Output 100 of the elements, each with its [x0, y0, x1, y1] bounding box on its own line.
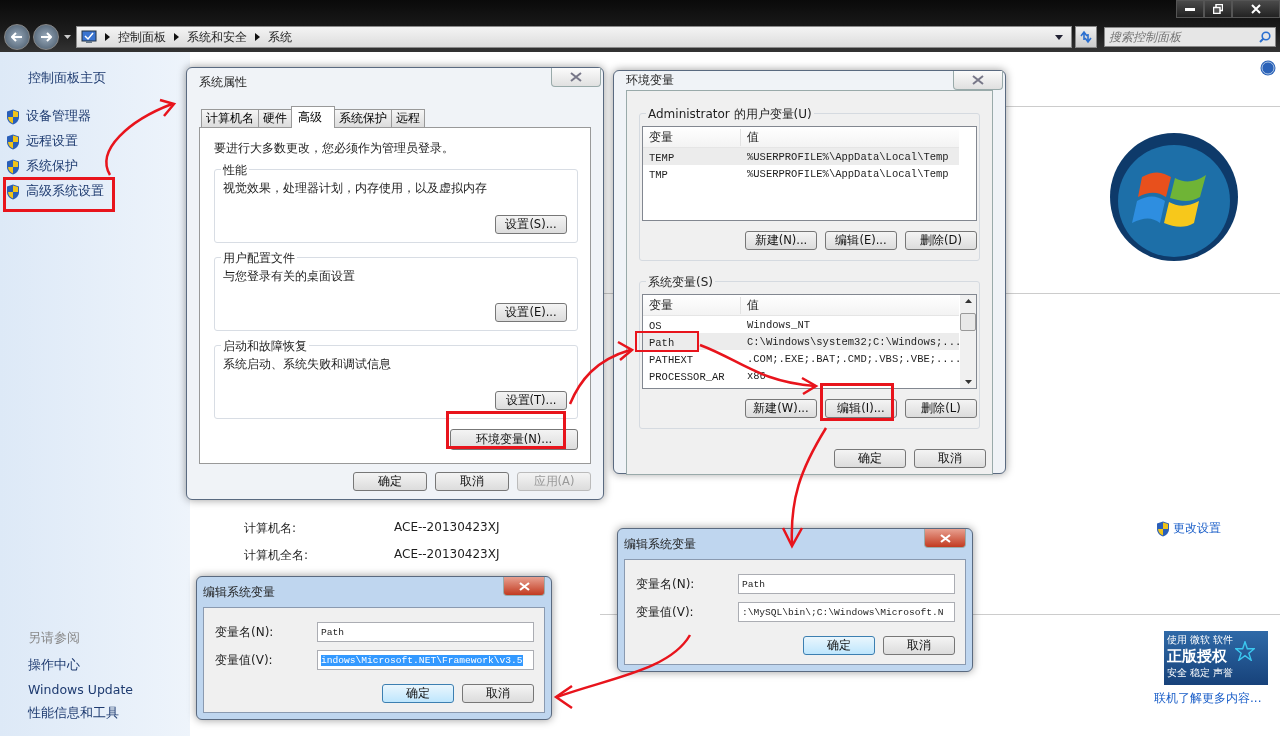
variable-name: OS	[649, 319, 662, 332]
star-icon	[1235, 641, 1255, 661]
dialog-button[interactable]: 确定	[834, 449, 906, 468]
dropdown-arrow-icon[interactable]	[1055, 34, 1063, 40]
scrollbar-thumb[interactable]	[960, 313, 976, 331]
column-header[interactable]: 变量	[643, 296, 741, 314]
shield-icon	[6, 158, 20, 175]
monitor-icon	[81, 30, 97, 44]
forward-arrow-icon	[40, 32, 52, 42]
variable-value: C:\Windows\system32;C:\Windows;...	[746, 335, 962, 348]
dialog-title: 编辑系统变量	[624, 535, 696, 553]
chevron-icon	[255, 33, 260, 41]
sidebar-link[interactable]: Windows Update	[28, 682, 190, 697]
column-header[interactable]: 值	[741, 296, 959, 314]
learn-more-link[interactable]: 联机了解更多内容...	[1154, 690, 1280, 707]
tab[interactable]: 系统保护	[334, 108, 392, 127]
variable-value: Windows_NT	[746, 318, 810, 331]
scroll-down-icon	[964, 380, 972, 384]
scrollbar[interactable]	[960, 295, 976, 388]
badge-text: 安全	[1167, 666, 1187, 680]
field-label: 变量值(V):	[636, 603, 695, 621]
shield-icon	[1156, 520, 1170, 537]
group-description: 系统启动、系统失败和调试信息	[223, 355, 392, 373]
list-button[interactable]: 新建(W)...	[745, 399, 817, 418]
scroll-up-icon	[964, 299, 972, 303]
shield-icon	[6, 133, 20, 150]
breadcrumb-item[interactable]: 系统和安全	[187, 28, 247, 46]
forward-button[interactable]	[33, 24, 59, 50]
settings-button[interactable]: 设置(S)...	[495, 214, 567, 234]
search-icon	[1259, 31, 1271, 43]
variable-value: .COM;.EXE;.BAT;.CMD;.VBS;.VBE;....	[746, 352, 962, 365]
variable-name: PATHEXT	[649, 353, 694, 366]
field-label: 变量名(N):	[215, 623, 275, 641]
sidebar-link[interactable]: 性能信息和工具	[28, 705, 190, 722]
dialog-button[interactable]: 确定	[353, 472, 427, 491]
maximize-button[interactable]	[1204, 0, 1232, 18]
input-field[interactable]: Path	[317, 622, 534, 642]
dialog-button[interactable]: 取消	[883, 636, 955, 655]
variable-name: Path	[649, 336, 675, 349]
list-button[interactable]: 删除(L)	[905, 399, 977, 418]
tab[interactable]: 远程	[391, 108, 425, 127]
list-button[interactable]: 删除(D)	[905, 231, 977, 250]
column-header[interactable]: 值	[741, 128, 959, 146]
dialog-title: 编辑系统变量	[203, 583, 275, 601]
group-title: Administrator 的用户变量(U)	[646, 106, 814, 123]
list-row[interactable]: OS Windows_NT	[643, 316, 959, 333]
dialog-button[interactable]: 取消	[914, 449, 986, 468]
back-button[interactable]	[4, 24, 30, 50]
list-button[interactable]: 新建(N)...	[745, 231, 817, 250]
sidebar-link[interactable]: 操作中心	[28, 657, 190, 674]
breadcrumb-item[interactable]: 控制面板	[118, 28, 166, 46]
dropdown-arrow-icon[interactable]	[64, 35, 71, 39]
dialog-button[interactable]: 确定	[803, 636, 875, 655]
list-button[interactable]: 编辑(E)...	[825, 231, 897, 250]
variable-name: TEMP	[649, 151, 675, 164]
group-title: 性能	[221, 161, 249, 179]
dialog-button[interactable]: 取消	[435, 472, 509, 491]
refresh-button[interactable]	[1075, 26, 1097, 48]
breadcrumb-item[interactable]: 系统	[268, 28, 292, 46]
badge-text: 使用	[1167, 633, 1187, 647]
close-icon	[939, 533, 951, 543]
settings-button[interactable]: 设置(T)...	[495, 390, 567, 410]
shield-icon	[6, 108, 20, 125]
close-icon	[972, 75, 984, 85]
genuine-badge[interactable]: 使用 微软 软件 正版授权 安全 稳定 声誉	[1164, 631, 1268, 685]
sidebar-link[interactable]: 远程设置	[26, 133, 78, 150]
column-header[interactable]: 变量	[643, 128, 741, 146]
field-value: ACE--20130423XJ	[394, 547, 500, 563]
variable-name: TMP	[649, 168, 668, 181]
badge-title: 正版授权	[1167, 647, 1227, 666]
minimize-icon	[1185, 7, 1195, 11]
sidebar-link[interactable]: 系统保护	[26, 158, 78, 175]
list-row[interactable]: PATHEXT .COM;.EXE;.BAT;.CMD;.VBS;.VBE;....	[643, 350, 959, 367]
sidebar-link[interactable]: 高级系统设置	[26, 183, 104, 200]
list-button[interactable]: 编辑(I)...	[825, 399, 897, 418]
refresh-icon	[1079, 30, 1093, 44]
variable-value: %USERPROFILE%\AppData\Local\Temp	[746, 150, 949, 163]
sidebar-link[interactable]: 控制面板主页	[28, 70, 190, 87]
field-label: 计算机全名:	[244, 547, 310, 564]
dialog-button[interactable]: 取消	[462, 684, 534, 703]
sidebar-link[interactable]: 设备管理器	[26, 108, 91, 125]
variable-value: %USERPROFILE%\AppData\Local\Temp	[746, 167, 949, 180]
settings-button[interactable]: 设置(E)...	[495, 302, 567, 322]
list-row[interactable]: TEMP %USERPROFILE%\AppData\Local\Temp	[643, 148, 959, 165]
list-row[interactable]: TMP %USERPROFILE%\AppData\Local\Temp	[643, 165, 959, 182]
close-icon	[518, 581, 530, 591]
address-bar[interactable]: 控制面板 系统和安全 系统	[76, 26, 1072, 48]
minimize-button[interactable]	[1176, 0, 1204, 18]
field-value: Path	[742, 578, 766, 590]
tab[interactable]: 计算机名	[201, 108, 259, 127]
input-field[interactable]: :\MySQL\bin\;C:\Windows\Microsoft.N	[738, 602, 955, 622]
change-settings-link[interactable]: 更改设置	[1173, 520, 1221, 537]
dialog-button[interactable]: 确定	[382, 684, 454, 703]
list-row[interactable]: Path C:\Windows\system32;C:\Windows;...	[643, 333, 959, 350]
tab[interactable]: 高级	[291, 105, 335, 128]
tab[interactable]: 硬件	[258, 108, 292, 127]
search-field[interactable]: 搜索控制面板	[1104, 27, 1276, 47]
close-button[interactable]	[1232, 0, 1280, 18]
input-field[interactable]: Path	[738, 574, 955, 594]
restore-icon	[1213, 4, 1223, 14]
